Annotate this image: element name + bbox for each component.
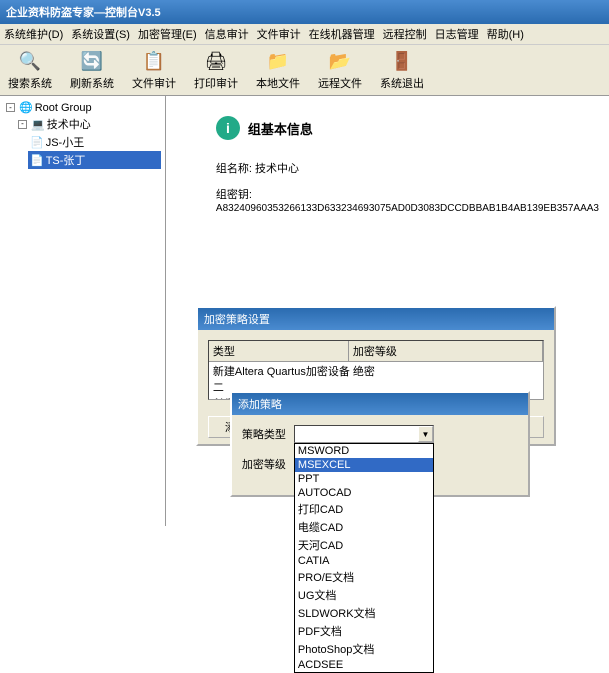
col-type[interactable]: 类型 xyxy=(209,341,349,361)
option[interactable]: 打印CAD xyxy=(295,500,433,518)
dropdown-list[interactable]: MSWORD MSEXCEL PPT AUTOCAD 打印CAD 电缆CAD 天… xyxy=(294,443,434,673)
option[interactable]: 天河CAD xyxy=(295,536,433,554)
collapse-icon[interactable]: - xyxy=(6,103,15,112)
tb-refresh[interactable]: 🔄刷新系统 xyxy=(70,49,114,91)
menu-item[interactable]: 在线机器管理 xyxy=(309,26,375,42)
folder-open-icon: 📂 xyxy=(328,49,352,73)
search-icon: 🔍 xyxy=(18,49,42,73)
toolbar: 🔍搜索系统 🔄刷新系统 📋文件审计 🖨打印审计 📁本地文件 📂远程文件 🚪系统退… xyxy=(0,45,609,96)
policy-dialog: 加密策略设置 类型 加密等级 新建Altera Quartus加密设备二绝密 A… xyxy=(196,306,556,446)
tree-child[interactable]: 📄 JS-小王 xyxy=(28,133,161,151)
exit-icon: 🚪 xyxy=(390,49,414,73)
tb-remote-files[interactable]: 📂远程文件 xyxy=(318,49,362,91)
menu-item[interactable]: 文件审计 xyxy=(257,26,301,42)
clipboard-icon: 📋 xyxy=(142,49,166,73)
option[interactable]: PPT xyxy=(295,472,433,486)
tb-exit[interactable]: 🚪系统退出 xyxy=(380,49,424,91)
tb-file-audit[interactable]: 📋文件审计 xyxy=(132,49,176,91)
info-icon: i xyxy=(216,116,240,140)
add-policy-dialog: 添加策略 策略类型 ▼ MSWORD MSEXCEL PPT AUTOCAD 打… xyxy=(230,391,530,497)
menu-item[interactable]: 日志管理 xyxy=(435,26,479,42)
group-key-row: 组密钥: A83240960353266133D633234693075AD0D… xyxy=(216,186,599,214)
menu-item[interactable]: 加密管理(E) xyxy=(138,26,197,42)
subdialog-title: 添加策略 xyxy=(232,393,528,415)
label-encrypt-level: 加密等级 xyxy=(242,456,286,472)
tree-group[interactable]: -💻 技术中心 xyxy=(16,115,161,133)
option[interactable]: PDF文档 xyxy=(295,622,433,640)
option[interactable]: PhotoShop文档 xyxy=(295,640,433,658)
window-title: 企业资料防盗专家—控制台V3.5 xyxy=(6,4,161,20)
menu-item[interactable]: 帮助(H) xyxy=(487,26,524,42)
content-panel: i 组基本信息 组名称: 技术中心 组密钥: A8324096035326613… xyxy=(166,96,609,526)
menu-item[interactable]: 信息审计 xyxy=(205,26,249,42)
menu-item[interactable]: 系统设置(S) xyxy=(71,26,130,42)
tree-child-selected[interactable]: 📄 TS-张丁 xyxy=(28,151,161,169)
option[interactable]: SLDWORK文档 xyxy=(295,604,433,622)
info-heading: 组基本信息 xyxy=(248,119,313,138)
printer-icon: 🖨 xyxy=(204,49,228,73)
tree-root[interactable]: -🌐 Root Group xyxy=(4,100,161,115)
refresh-icon: 🔄 xyxy=(80,49,104,73)
tb-print-audit[interactable]: 🖨打印审计 xyxy=(194,49,238,91)
collapse-icon[interactable]: - xyxy=(18,120,27,129)
option[interactable]: 电缆CAD xyxy=(295,518,433,536)
option[interactable]: CATIA xyxy=(295,554,433,568)
label-policy-type: 策略类型 xyxy=(242,426,286,442)
titlebar: 企业资料防盗专家—控制台V3.5 xyxy=(0,0,609,24)
option[interactable]: AUTOCAD xyxy=(295,486,433,500)
tb-local-files[interactable]: 📁本地文件 xyxy=(256,49,300,91)
menu-item[interactable]: 系统维护(D) xyxy=(4,26,63,42)
folder-icon: 📁 xyxy=(266,49,290,73)
col-level[interactable]: 加密等级 xyxy=(349,341,543,361)
option[interactable]: MSWORD xyxy=(295,444,433,458)
tb-search[interactable]: 🔍搜索系统 xyxy=(8,49,52,91)
menu-item[interactable]: 远程控制 xyxy=(383,26,427,42)
menubar: 系统维护(D) 系统设置(S) 加密管理(E) 信息审计 文件审计 在线机器管理… xyxy=(0,24,609,45)
tree-panel: -🌐 Root Group -💻 技术中心 📄 JS-小王 📄 TS-张丁 xyxy=(0,96,166,526)
option[interactable]: PRO/E文档 xyxy=(295,568,433,586)
dialog-title: 加密策略设置 xyxy=(198,308,554,330)
policy-type-combo[interactable]: ▼ MSWORD MSEXCEL PPT AUTOCAD 打印CAD 电缆CAD… xyxy=(294,425,434,443)
option[interactable]: UG文档 xyxy=(295,586,433,604)
chevron-down-icon[interactable]: ▼ xyxy=(418,426,433,442)
option[interactable]: ACDSEE xyxy=(295,658,433,672)
group-name-row: 组名称: 技术中心 xyxy=(216,160,599,176)
option-selected[interactable]: MSEXCEL xyxy=(295,458,433,472)
